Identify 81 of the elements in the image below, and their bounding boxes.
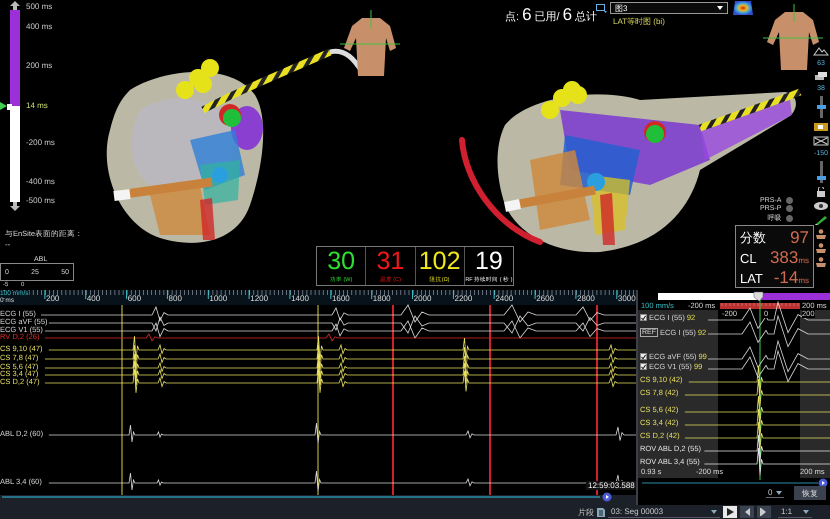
- document-icon: [597, 508, 605, 516]
- scale-label: 500 ms: [26, 3, 52, 11]
- scale-handle-icon: [10, 1, 20, 10]
- check-icon: [641, 314, 646, 321]
- stat-value: 97: [789, 228, 809, 248]
- used-label: 已用/: [534, 10, 560, 24]
- time-tick-label: 1000: [209, 295, 228, 303]
- readout-value: 102: [418, 247, 460, 276]
- scale-marker-icon: [0, 101, 12, 111]
- scale-label: -200 ms: [26, 139, 55, 147]
- torso-model-drawing: [340, 10, 400, 76]
- step-forward-button[interactable]: [757, 506, 771, 518]
- image-icon[interactable]: [813, 122, 829, 132]
- slider-thumb[interactable]: [816, 176, 826, 180]
- readout-value: 31: [376, 247, 404, 276]
- total-label: 总计: [575, 10, 598, 24]
- step-back-button[interactable]: [740, 506, 754, 518]
- torso-icon[interactable]: [813, 257, 829, 267]
- stat-label: LAT: [740, 270, 764, 286]
- stat-label: CL: [740, 250, 758, 266]
- step-back-icon: [743, 508, 751, 516]
- status-dot: [786, 214, 794, 222]
- offset-dropdown[interactable]: 0: [766, 488, 784, 498]
- scale-label: 400 ms: [26, 23, 52, 31]
- scale-label: -500 ms: [26, 197, 55, 205]
- time-tick-label: 2600: [536, 295, 554, 303]
- time-tick-label: 200: [46, 295, 60, 303]
- torso-icon[interactable]: [813, 243, 829, 253]
- segment-label: 片段: [578, 506, 594, 518]
- time-tick-label: 2800: [577, 295, 595, 303]
- distance-value: --: [5, 241, 10, 249]
- layers-icon[interactable]: [813, 71, 829, 81]
- caret-icon: [803, 510, 809, 514]
- stat-value: -14ms: [772, 268, 809, 288]
- scissors-icon[interactable]: [813, 136, 829, 146]
- zoom-dropdown[interactable]: 1:1: [778, 506, 812, 518]
- time-tick-label: 3000: [618, 295, 636, 303]
- scale-handle-icon: [10, 202, 20, 211]
- restore-button[interactable]: 恢复: [794, 486, 826, 500]
- time-tick-label: 400: [86, 295, 100, 303]
- mountain-icon[interactable]: [813, 46, 829, 56]
- step-forward-icon: [760, 508, 768, 516]
- time-tick-label: 1600: [332, 295, 350, 303]
- segment-dropdown[interactable]: 03: Seg 00003: [608, 506, 720, 518]
- time-tick-label: 2000: [414, 295, 432, 303]
- slider-thumb[interactable]: [816, 105, 826, 109]
- time-tick-label: 2400: [495, 295, 514, 303]
- caret-icon: [776, 490, 782, 494]
- time-tick-label: 800: [168, 295, 182, 303]
- scroll-button-icon: [602, 492, 612, 502]
- scale-current-value: 14 ms: [26, 102, 48, 110]
- eye-icon[interactable]: [813, 201, 829, 211]
- torso-icon[interactable]: [813, 229, 829, 239]
- caret-icon: [717, 6, 723, 10]
- timestamp: 12:59:03.588: [586, 481, 636, 490]
- stat-label: 分数: [740, 229, 766, 247]
- time-tick-label: 1800: [372, 295, 391, 303]
- time-tick-label: 2200: [454, 295, 472, 303]
- play-icon: [726, 508, 734, 516]
- time-tick-label: 1200: [250, 295, 268, 303]
- map-subtitle: LAT等时图 (bi): [613, 18, 665, 26]
- used-count: 6: [522, 5, 532, 25]
- stat-value: 383ms: [768, 248, 809, 268]
- readout-value: 30: [327, 247, 356, 276]
- checkbox[interactable]: [640, 353, 647, 360]
- pen-icon[interactable]: [813, 215, 829, 225]
- scale-label: 200 ms: [26, 62, 52, 70]
- readout-value: 19: [474, 247, 503, 276]
- caret-icon: [711, 510, 717, 514]
- total-count: 6: [562, 5, 572, 25]
- play-button[interactable]: [723, 506, 737, 518]
- point-count-label: 点:: [505, 10, 520, 24]
- heatmap-thumbnail-icon: [733, 1, 753, 15]
- time-tick-label: 600: [128, 295, 142, 303]
- time-tick-label: 1400: [291, 295, 309, 303]
- scale-label: -400 ms: [26, 178, 55, 186]
- checkbox[interactable]: [640, 314, 647, 322]
- layout-icon: [596, 4, 607, 13]
- checkbox[interactable]: [640, 363, 647, 370]
- map-dropdown[interactable]: 图3: [610, 2, 728, 14]
- torso-model-drawing: [762, 4, 824, 70]
